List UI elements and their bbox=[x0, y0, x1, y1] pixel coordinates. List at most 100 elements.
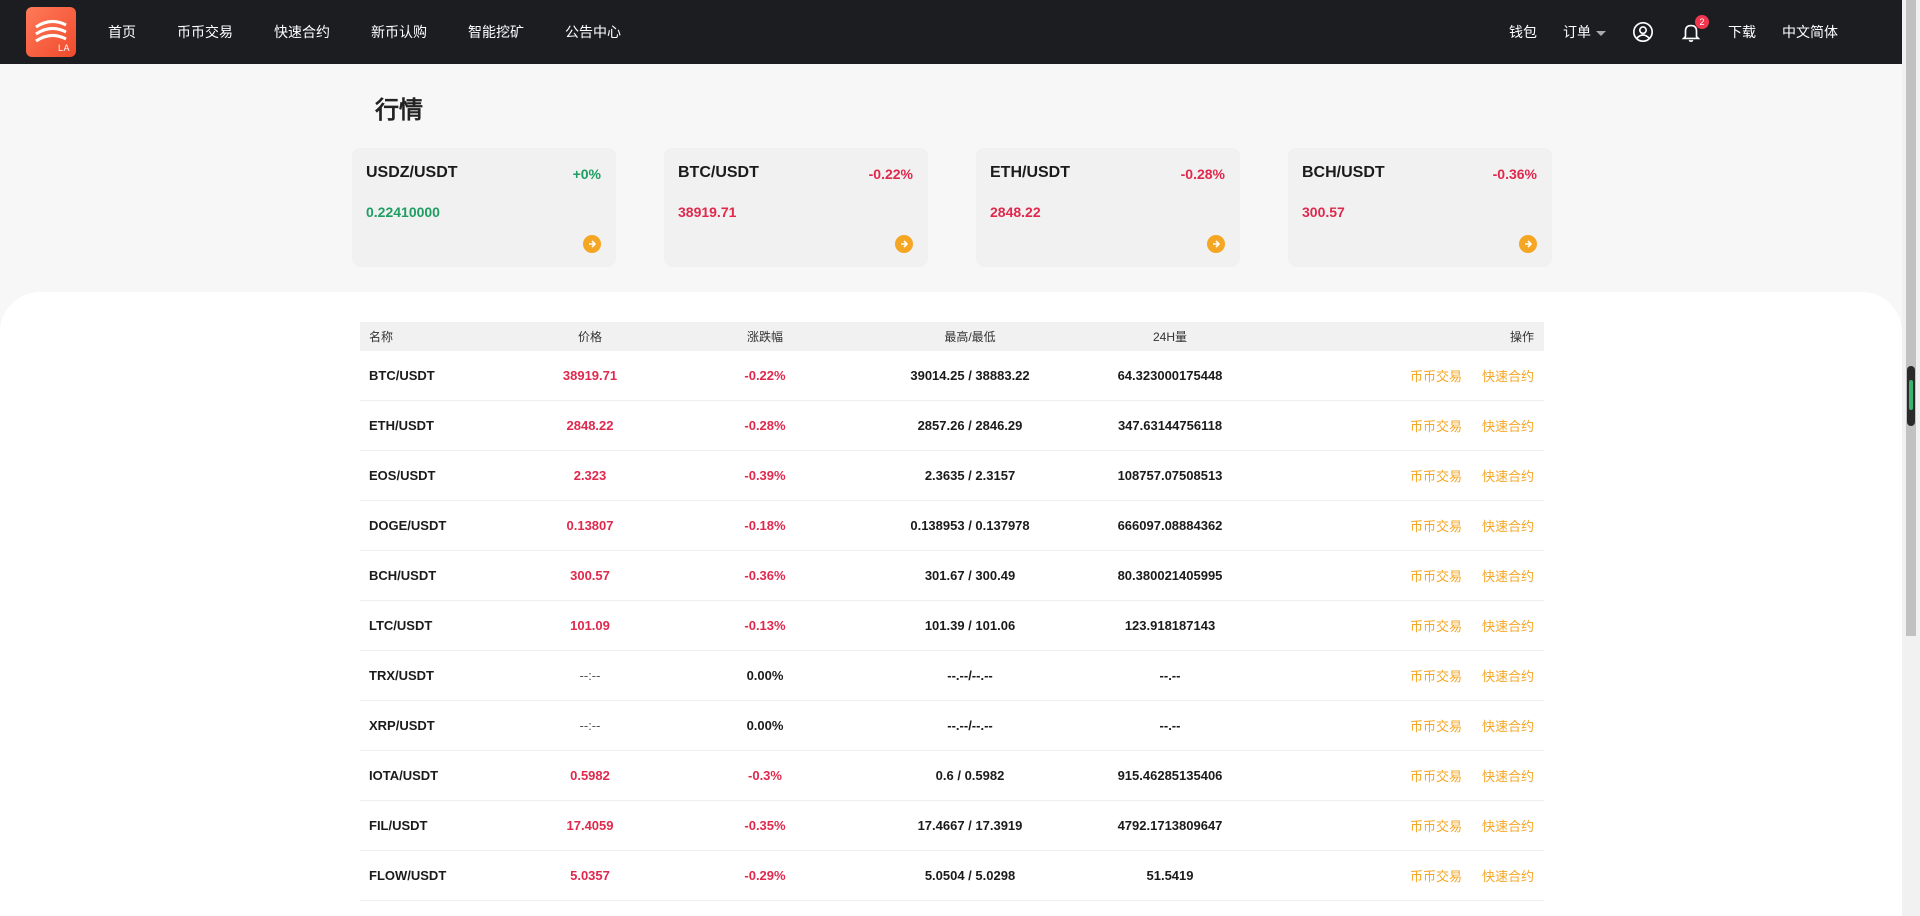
spot-trade-link[interactable]: 币币交易 bbox=[1410, 619, 1462, 634]
notification-badge: 2 bbox=[1695, 15, 1709, 29]
nav-smart-mining[interactable]: 智能挖矿 bbox=[468, 0, 524, 64]
nav-right: 钱包 订单 2 下载 中文简体 bbox=[1483, 0, 1838, 64]
quick-contract-link[interactable]: 快速合约 bbox=[1482, 769, 1534, 784]
card-price: 2848.22 bbox=[990, 204, 1041, 220]
scrollbar-thumb[interactable] bbox=[1906, 0, 1916, 636]
spot-trade-link[interactable]: 币币交易 bbox=[1410, 769, 1462, 784]
notifications-button[interactable]: 2 bbox=[1680, 15, 1709, 43]
table-row[interactable]: BCH/USDT 300.57 -0.36% 301.67 / 300.49 80.38… bbox=[360, 551, 1544, 601]
header-high-low: 最高/最低 bbox=[944, 330, 996, 344]
row-change: -0.29% bbox=[744, 868, 786, 883]
quick-contract-link[interactable]: 快速合约 bbox=[1482, 419, 1534, 434]
quick-contract-link[interactable]: 快速合约 bbox=[1482, 669, 1534, 684]
quick-contract-link[interactable]: 快速合约 bbox=[1482, 369, 1534, 384]
row-high-low: 2.3635 / 2.3157 bbox=[924, 468, 1016, 483]
card-price: 38919.71 bbox=[678, 204, 737, 220]
quick-contract-link[interactable]: 快速合约 bbox=[1482, 619, 1534, 634]
arrow-right-icon[interactable] bbox=[895, 235, 913, 253]
table-row[interactable]: BTC/USDT 38919.71 -0.22% 39014.25 / 38883.2… bbox=[360, 351, 1544, 401]
nav-spot-trading[interactable]: 币币交易 bbox=[177, 0, 233, 64]
table-row[interactable]: EOS/USDT 2.323 -0.39% 2.3635 / 2.3157 108757… bbox=[360, 451, 1544, 501]
row-price: 38919.71 bbox=[562, 368, 618, 383]
spot-trade-link[interactable]: 币币交易 bbox=[1410, 369, 1462, 384]
market-card[interactable]: USDZ/USDT +0% 0.22410000 bbox=[352, 148, 616, 267]
quick-contract-link[interactable]: 快速合约 bbox=[1482, 819, 1534, 834]
row-actions: 币币交易 快速合约 bbox=[1280, 766, 1544, 785]
table-row[interactable]: XRP/USDT --:-- 0.00% --.--/--.-- --.-- 币币交易 快速… bbox=[360, 701, 1544, 751]
arrow-right-icon[interactable] bbox=[583, 235, 601, 253]
spot-trade-link[interactable]: 币币交易 bbox=[1410, 419, 1462, 434]
table-row[interactable]: FLOW/USDT 5.0357 -0.29% 5.0504 / 5.0298 51.5… bbox=[360, 851, 1544, 901]
row-change: 0.00% bbox=[746, 668, 784, 683]
market-card[interactable]: ETH/USDT -0.28% 2848.22 bbox=[976, 148, 1240, 267]
row-high-low: 0.6 / 0.5982 bbox=[935, 768, 1005, 783]
row-high-low: 5.0504 / 5.0298 bbox=[924, 868, 1016, 883]
row-volume: --.-- bbox=[1159, 718, 1181, 733]
nav-announcements[interactable]: 公告中心 bbox=[565, 0, 621, 64]
spot-trade-link[interactable]: 币币交易 bbox=[1410, 869, 1462, 884]
row-pair: ETH/USDT bbox=[369, 418, 434, 433]
arrow-right-icon[interactable] bbox=[1207, 235, 1225, 253]
row-high-low: 17.4667 / 17.3919 bbox=[917, 818, 1023, 833]
page-scrollbar[interactable] bbox=[1902, 0, 1920, 916]
quick-contract-link[interactable]: 快速合约 bbox=[1482, 469, 1534, 484]
row-volume: 915.46285135406 bbox=[1117, 768, 1223, 783]
spot-trade-link[interactable]: 币币交易 bbox=[1410, 469, 1462, 484]
row-actions: 币币交易 快速合约 bbox=[1280, 866, 1544, 885]
user-account-button[interactable] bbox=[1632, 21, 1654, 43]
quick-contract-link[interactable]: 快速合约 bbox=[1482, 569, 1534, 584]
row-volume: 64.323000175448 bbox=[1117, 368, 1223, 383]
row-volume: 51.5419 bbox=[1146, 868, 1194, 883]
nav-new-coin-subscription[interactable]: 新币认购 bbox=[371, 0, 427, 64]
row-volume: --.-- bbox=[1159, 668, 1181, 683]
logo[interactable]: LA bbox=[26, 7, 76, 57]
nav-quick-contract[interactable]: 快速合约 bbox=[274, 0, 330, 64]
spot-trade-link[interactable]: 币币交易 bbox=[1410, 719, 1462, 734]
quick-contract-link[interactable]: 快速合约 bbox=[1482, 869, 1534, 884]
row-pair: BCH/USDT bbox=[369, 568, 437, 583]
table-row[interactable]: IOTA/USDT 0.5982 -0.3% 0.6 / 0.5982 915.4628… bbox=[360, 751, 1544, 801]
card-change: -0.36% bbox=[1492, 166, 1537, 182]
quick-contract-link[interactable]: 快速合约 bbox=[1482, 719, 1534, 734]
row-high-low: 0.138953 / 0.137978 bbox=[910, 518, 1030, 533]
arrow-right-icon[interactable] bbox=[1519, 235, 1537, 253]
row-pair: FLOW/USDT bbox=[369, 868, 447, 883]
row-price: --:-- bbox=[579, 718, 601, 733]
row-actions: 币币交易 快速合约 bbox=[1280, 516, 1544, 535]
spot-trade-link[interactable]: 币币交易 bbox=[1410, 519, 1462, 534]
row-volume: 4792.1713809647 bbox=[1117, 818, 1223, 833]
card-pair: ETH/USDT bbox=[990, 164, 1070, 181]
card-change: -0.28% bbox=[1180, 166, 1225, 182]
table-row[interactable]: TRX/USDT --:-- 0.00% --.--/--.-- --.-- 币币交易 快速… bbox=[360, 651, 1544, 701]
download-link[interactable]: 下载 bbox=[1728, 22, 1756, 42]
row-actions: 币币交易 快速合约 bbox=[1280, 816, 1544, 835]
spot-trade-link[interactable]: 币币交易 bbox=[1410, 569, 1462, 584]
row-high-low: 101.39 / 101.06 bbox=[924, 618, 1016, 633]
table-row[interactable]: DOGE/USDT 0.13807 -0.18% 0.138953 / 0.13797… bbox=[360, 501, 1544, 551]
row-high-low: 301.67 / 300.49 bbox=[924, 568, 1016, 583]
floating-scroll-handle[interactable] bbox=[1907, 366, 1915, 426]
card-change: +0% bbox=[572, 166, 601, 182]
language-selector[interactable]: 中文简体 bbox=[1782, 22, 1838, 42]
row-pair: BTC/USDT bbox=[369, 368, 435, 383]
market-card[interactable]: BCH/USDT -0.36% 300.57 bbox=[1288, 148, 1552, 267]
row-actions: 币币交易 快速合约 bbox=[1280, 416, 1544, 435]
market-card[interactable]: BTC/USDT -0.22% 38919.71 bbox=[664, 148, 928, 267]
wallet-link[interactable]: 钱包 bbox=[1509, 22, 1537, 42]
spot-trade-link[interactable]: 币币交易 bbox=[1410, 669, 1462, 684]
quick-contract-link[interactable]: 快速合约 bbox=[1482, 519, 1534, 534]
row-change: -0.18% bbox=[744, 518, 786, 533]
row-change: -0.36% bbox=[744, 568, 786, 583]
card-change: -0.22% bbox=[868, 166, 913, 182]
orders-dropdown[interactable]: 订单 bbox=[1563, 22, 1606, 42]
header-price: 价格 bbox=[577, 330, 602, 344]
row-change: -0.22% bbox=[744, 368, 786, 383]
row-volume: 80.380021405995 bbox=[1117, 568, 1223, 583]
nav-home[interactable]: 首页 bbox=[108, 0, 136, 64]
market-table: 名称 价格 涨跌幅 最高/最低 24H量 操作 BTC/USDT 38919.71… bbox=[360, 322, 1544, 901]
table-row[interactable]: FIL/USDT 17.4059 -0.35% 17.4667 / 17.3919 47… bbox=[360, 801, 1544, 851]
row-pair: IOTA/USDT bbox=[369, 768, 439, 783]
spot-trade-link[interactable]: 币币交易 bbox=[1410, 819, 1462, 834]
table-row[interactable]: LTC/USDT 101.09 -0.13% 101.39 / 101.06 123.9… bbox=[360, 601, 1544, 651]
table-row[interactable]: ETH/USDT 2848.22 -0.28% 2857.26 / 2846.29 34… bbox=[360, 401, 1544, 451]
